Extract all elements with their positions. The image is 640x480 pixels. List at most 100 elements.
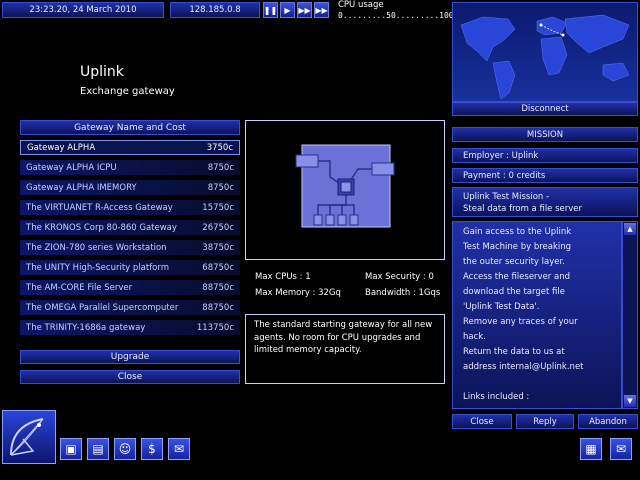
arrow-down-icon: ▼ xyxy=(627,397,633,405)
megaspeed-icon: ▶▶ xyxy=(315,5,328,15)
gateway-cost: 68750c xyxy=(202,262,234,273)
gateway-cost: 113750c xyxy=(196,322,234,333)
mission-abandon-button[interactable]: Abandon xyxy=(578,414,638,429)
gateway-row[interactable]: The KRONOS Corp 80-860 Gateway 26750c xyxy=(20,220,240,235)
mission-reply-label: Reply xyxy=(533,416,557,427)
scroll-up-button[interactable]: ▲ xyxy=(624,223,636,235)
email-icon: ✉ xyxy=(615,442,627,456)
gateway-cost: 26750c xyxy=(202,222,234,233)
world-map-graphic xyxy=(460,14,630,100)
gateway-preview xyxy=(245,120,445,260)
gateway-row[interactable]: The ZION-780 series Workstation 38750c xyxy=(20,240,240,255)
gateway-row[interactable]: Gateway ALPHA 3750c xyxy=(20,140,240,155)
computer-icon: ▣ xyxy=(65,442,77,456)
mission-detail-line: Remove any traces of your xyxy=(463,317,578,327)
finance-button[interactable]: $ xyxy=(141,438,163,460)
pause-icon: ❚❚ xyxy=(263,5,278,15)
mission-detail-line: Access the fileserver and xyxy=(463,272,570,282)
close-label: Close xyxy=(117,372,143,382)
hardware-button[interactable]: ▤ xyxy=(87,438,109,460)
mission-detail-line: download the target file xyxy=(463,287,565,297)
mission-payment-text: Payment : 0 credits xyxy=(463,170,546,181)
page-title: Uplink xyxy=(80,64,124,80)
mission-detail-line: Links included : xyxy=(463,392,530,402)
gateway-list-header-text: Gateway Name and Cost xyxy=(74,122,186,133)
mission-detail-line: address internal@Uplink.net xyxy=(463,362,584,372)
notes-icon: ▦ xyxy=(585,442,597,456)
gateway-row[interactable]: The AM-CORE File Server 88750c xyxy=(20,280,240,295)
gateway-name: The TRINITY-1686a gateway xyxy=(26,322,146,333)
close-button[interactable]: Close xyxy=(20,370,240,384)
gateway-cost: 38750c xyxy=(202,242,234,253)
play-icon: ▶ xyxy=(284,5,291,15)
dollar-icon: $ xyxy=(148,442,156,456)
email-button[interactable]: ✉ xyxy=(610,438,632,460)
pause-button[interactable]: ❚❚ xyxy=(263,2,278,18)
max-security-stat: Max Security : 0 xyxy=(365,272,434,282)
gateway-name: Gateway ALPHA ICPU xyxy=(26,162,117,173)
notes-button[interactable]: ▦ xyxy=(580,438,602,460)
mission-payment: Payment : 0 credits xyxy=(452,168,638,183)
mission-detail-line: hack. xyxy=(463,332,486,342)
disconnect-button[interactable]: Disconnect xyxy=(452,102,638,116)
gateway-description: The standard starting gateway for all ne… xyxy=(245,314,445,384)
gateway-row[interactable]: The UNITY High-Security platform 68750c xyxy=(20,260,240,275)
send-mail-button[interactable]: ✉ xyxy=(168,438,190,460)
mission-close-label: Close xyxy=(470,416,494,427)
gateway-cost: 88750c xyxy=(202,282,234,293)
gateway-diagram xyxy=(295,144,395,228)
gateway-name: The UNITY High-Security platform xyxy=(26,262,170,273)
gateway-list-header: Gateway Name and Cost xyxy=(20,120,240,135)
mission-title-text: MISSION xyxy=(526,129,564,140)
gateway-name: The OMEGA Parallel Supercomputer xyxy=(26,302,179,313)
gateway-name: Gateway ALPHA xyxy=(27,142,96,153)
gateway-cost: 8750c xyxy=(207,162,234,173)
gateway-cost: 15750c xyxy=(202,202,234,213)
gateway-cost: 88750c xyxy=(202,302,234,313)
gateway-name: The KRONOS Corp 80-860 Gateway xyxy=(26,222,177,233)
mission-close-button[interactable]: Close xyxy=(452,414,512,429)
gateway-name: The ZION-780 series Workstation xyxy=(26,242,167,253)
gateway-name: Gateway ALPHA IMEMORY xyxy=(26,182,137,193)
fast-forward-button[interactable]: ▶▶ xyxy=(297,2,312,18)
upgrade-button[interactable]: Upgrade xyxy=(20,350,240,364)
scroll-down-button[interactable]: ▼ xyxy=(624,395,636,407)
mission-title: MISSION xyxy=(452,127,638,142)
mission-details: Gain access to the Uplink Test Machine b… xyxy=(452,221,622,409)
megaspeed-button[interactable]: ▶▶ xyxy=(314,2,329,18)
mission-summary: Uplink Test Mission - Steal data from a … xyxy=(452,187,638,217)
mission-summary-line: Steal data from a file server xyxy=(463,204,583,214)
gateway-cost: 3750c xyxy=(206,142,233,153)
mission-detail-line: 'Uplink Test Data'. xyxy=(463,302,540,312)
fast-forward-icon: ▶▶ xyxy=(298,5,311,15)
main-menu-button[interactable] xyxy=(2,410,56,464)
status-button[interactable]: ☺ xyxy=(114,438,136,460)
disconnect-label: Disconnect xyxy=(521,104,569,114)
world-map[interactable] xyxy=(452,2,638,102)
mission-scrollbar[interactable]: ▲ ▼ xyxy=(622,221,638,409)
mission-detail-line: Test Machine by breaking xyxy=(463,242,572,252)
gateway-row[interactable]: Gateway ALPHA IMEMORY 8750c xyxy=(20,180,240,195)
cpu-usage-scale: 0.........50.........100 xyxy=(338,11,454,20)
mission-employer-text: Employer : Uplink xyxy=(463,150,539,161)
gateway-row[interactable]: The OMEGA Parallel Supercomputer 88750c xyxy=(20,300,240,315)
gateway-name: The AM-CORE File Server xyxy=(26,282,133,293)
mission-reply-button[interactable]: Reply xyxy=(516,414,574,429)
computer-button[interactable]: ▣ xyxy=(60,438,82,460)
cpu-usage-label: CPU usage xyxy=(338,0,384,10)
gateway-row[interactable]: The VIRTUANET R-Access Gateway 15750c xyxy=(20,200,240,215)
gateway-row[interactable]: The TRINITY-1686a gateway 113750c xyxy=(20,320,240,335)
mission-employer: Employer : Uplink xyxy=(452,148,638,163)
mission-detail-line: Return the data to us at xyxy=(463,347,565,357)
mission-detail-line xyxy=(463,375,611,390)
bandwidth-stat: Bandwidth : 1Gqs xyxy=(365,288,441,298)
mail-icon: ✉ xyxy=(173,442,185,456)
play-button[interactable]: ▶ xyxy=(280,2,295,18)
disk-icon: ▤ xyxy=(92,442,104,456)
datetime-display: 23:23.20, 24 March 2010 xyxy=(2,2,164,18)
arrow-up-icon: ▲ xyxy=(627,225,633,233)
datetime-text: 23:23.20, 24 March 2010 xyxy=(29,5,137,15)
mission-detail-line: the outer security layer. xyxy=(463,257,565,267)
gateway-row[interactable]: Gateway ALPHA ICPU 8750c xyxy=(20,160,240,175)
mission-abandon-label: Abandon xyxy=(589,416,627,427)
